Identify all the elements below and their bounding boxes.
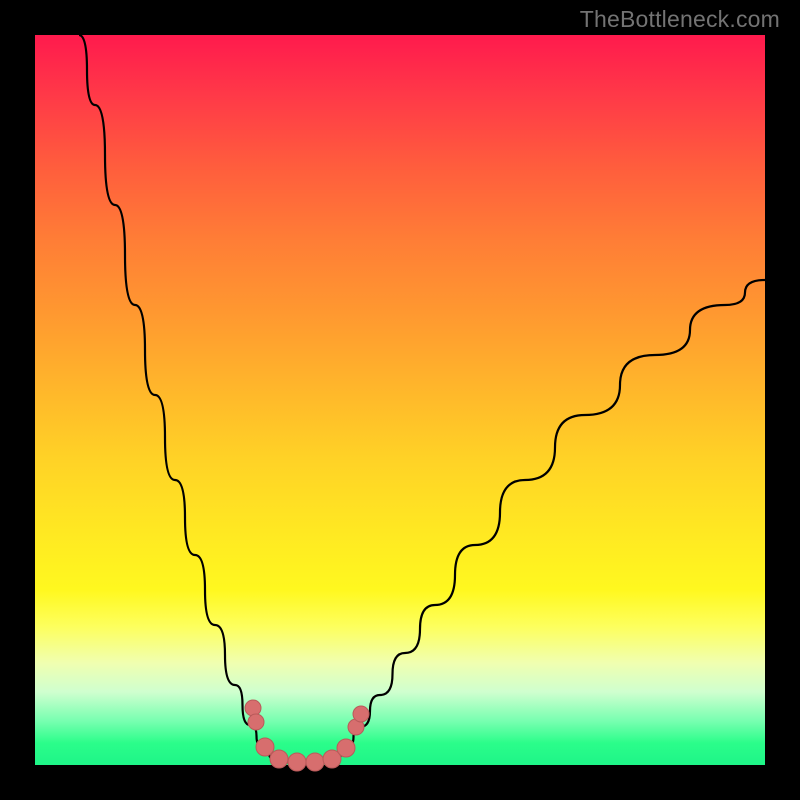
valley-marker <box>337 739 355 757</box>
valley-marker <box>288 753 306 771</box>
valley-markers <box>245 700 369 771</box>
curve-right-branch <box>335 280 765 759</box>
watermark-text: TheBottleneck.com <box>580 6 780 33</box>
valley-marker <box>270 750 288 768</box>
valley-marker <box>306 753 324 771</box>
valley-marker <box>353 706 369 722</box>
chart-plot-area <box>35 35 765 765</box>
bottleneck-curve <box>35 35 765 765</box>
valley-marker <box>245 700 261 716</box>
valley-marker <box>248 714 264 730</box>
curve-left-branch <box>79 35 275 759</box>
valley-marker <box>256 738 274 756</box>
